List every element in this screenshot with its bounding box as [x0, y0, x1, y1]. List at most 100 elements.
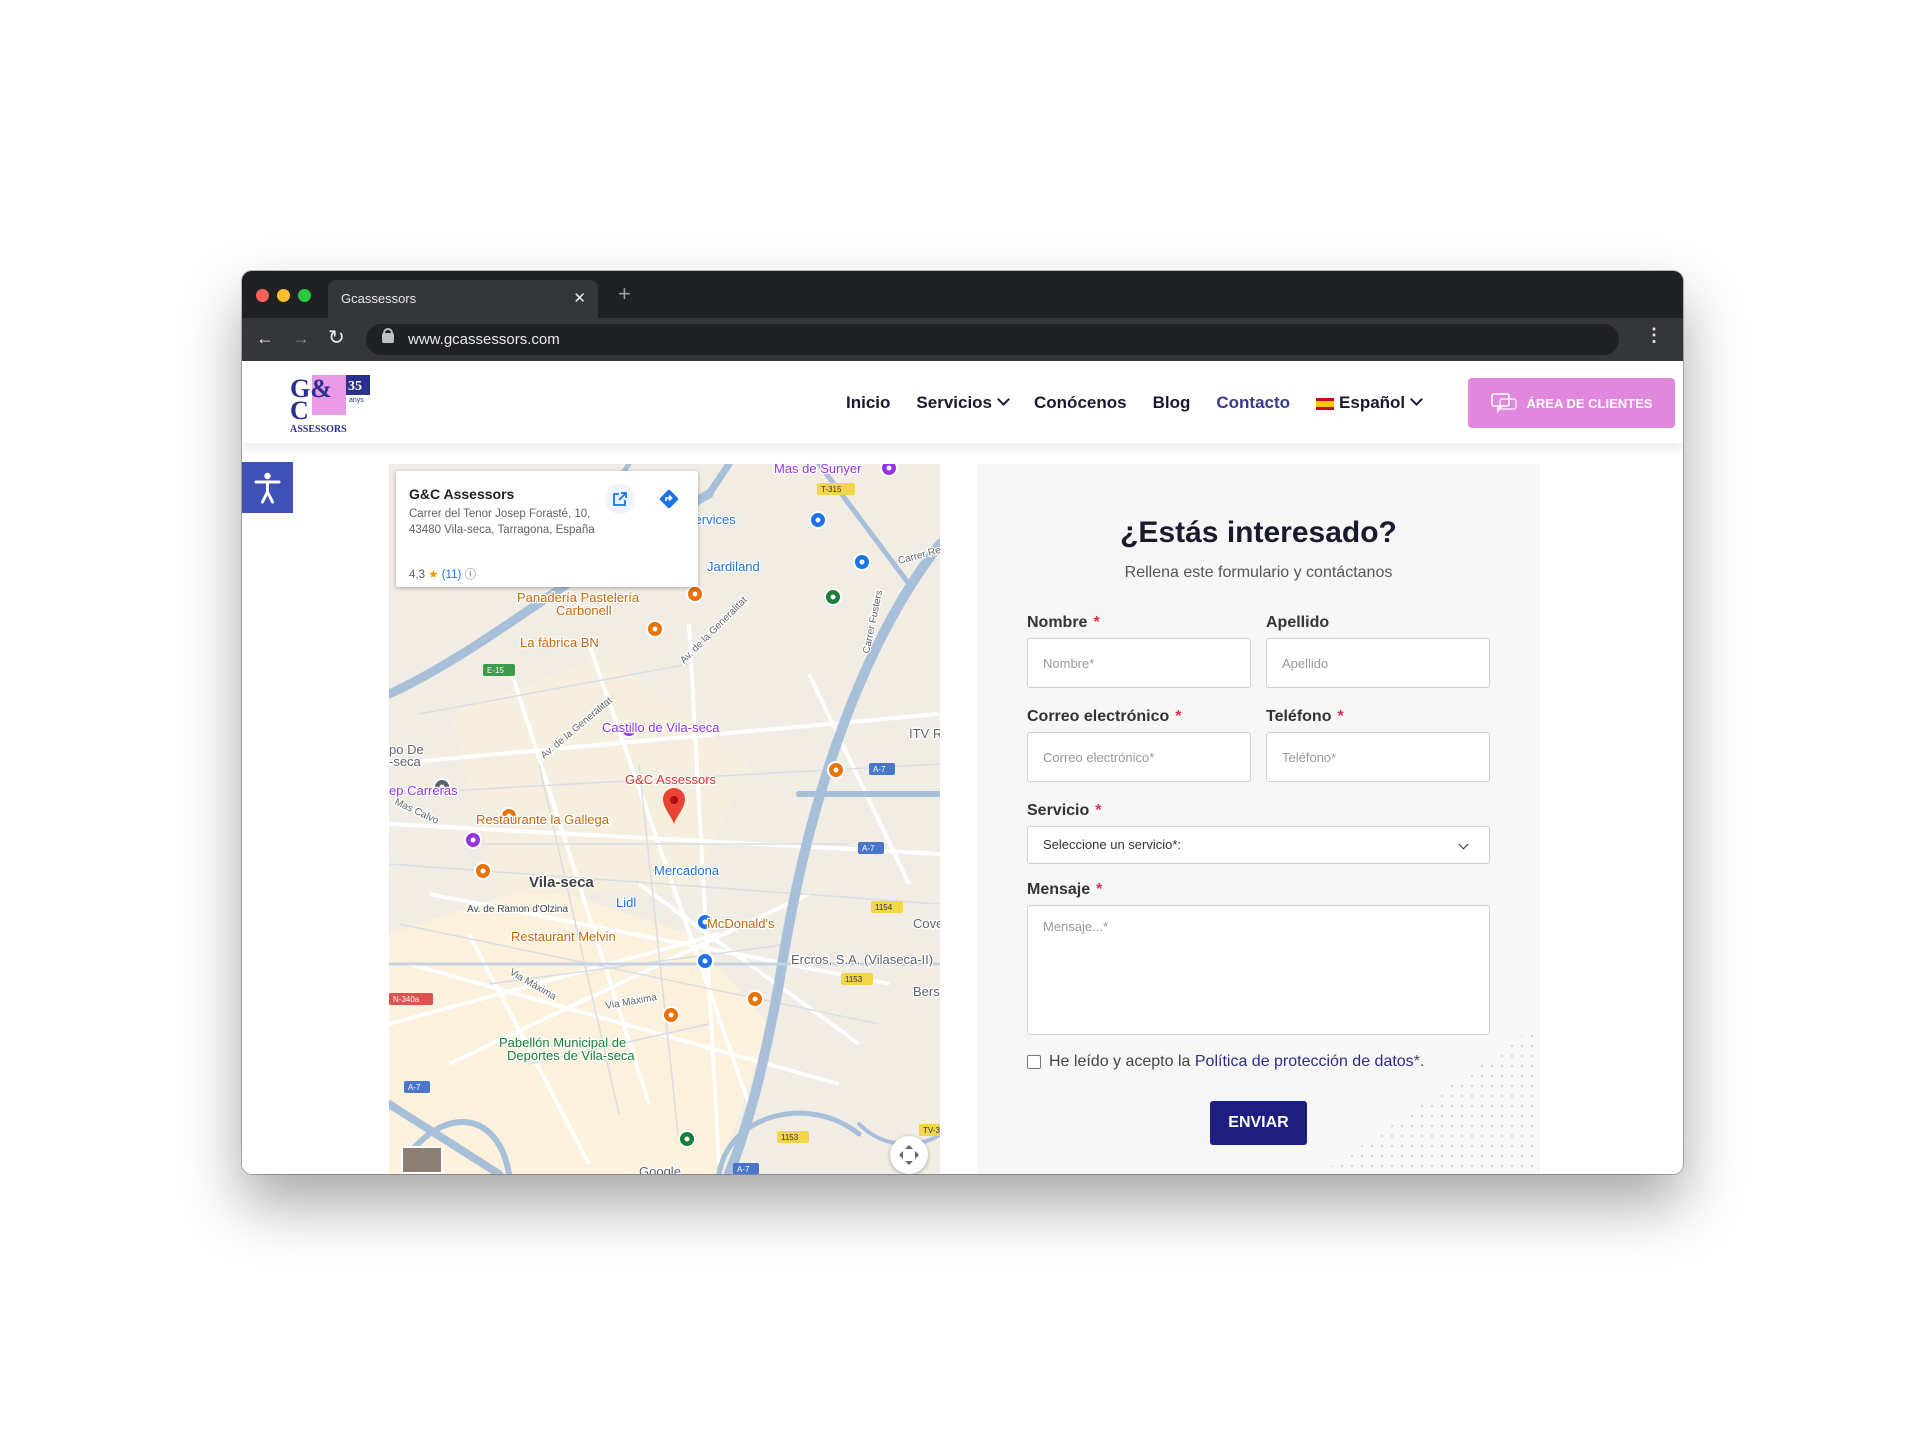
telefono-input[interactable]: Teléfono* [1266, 732, 1490, 782]
nav-servicios-label: Servicios [916, 393, 993, 412]
map-label: Carbonell [556, 603, 612, 618]
nombre-input[interactable]: Nombre* [1027, 638, 1251, 688]
map-label: Av. de Ramon d'Olzina [467, 904, 568, 915]
window-controls [256, 289, 311, 302]
map-label: Bers [913, 984, 940, 999]
directions-icon [659, 489, 679, 509]
browser-menu-icon[interactable]: ⋮ [1645, 326, 1663, 344]
lock-icon [382, 328, 394, 343]
mensaje-label: Mensaje * [1027, 881, 1102, 899]
map-poi-pin-dot [702, 958, 708, 964]
map-label: McDonald's [707, 916, 775, 931]
site-header: G& C 35 anys ASSESSORS Inicio Servicios … [242, 361, 1683, 443]
map-label: ITV R [909, 726, 940, 741]
privacy-policy-link[interactable]: Política de protección de datos [1195, 1053, 1414, 1070]
map-label: Cove [913, 916, 940, 931]
map-label: Mercadona [654, 863, 720, 878]
required-mark: * [1175, 708, 1182, 725]
privacy-checkbox[interactable] [1027, 1055, 1041, 1069]
logo-text: ASSESSORS [290, 424, 347, 435]
chat-icon [1490, 393, 1517, 413]
tab-close-icon[interactable]: ✕ [573, 289, 586, 307]
back-button[interactable]: ← [256, 328, 274, 348]
reviews-link[interactable]: (11) [442, 569, 462, 581]
nombre-label-text: Nombre [1027, 614, 1088, 631]
nav-item-conocenos[interactable]: Conócenos [1034, 393, 1127, 413]
logo-c: C [290, 396, 309, 425]
client-area-label: ÁREA DE CLIENTES [1526, 395, 1653, 411]
mensaje-textarea[interactable]: Mensaje...* [1027, 905, 1490, 1035]
satellite-toggle[interactable] [401, 1146, 443, 1174]
map-label: La fàbrica BN [520, 635, 599, 650]
info-icon[interactable]: ⓘ [465, 569, 477, 581]
spain-flag-icon [1316, 397, 1335, 410]
form-title: ¿Estás interesado? [1120, 516, 1397, 549]
logo-badge: 35 [348, 379, 362, 394]
url-text: www.gcassessors.com [408, 331, 560, 348]
minimize-window-button[interactable] [277, 289, 290, 302]
nav-item-contacto[interactable]: Contacto [1216, 393, 1290, 413]
servicio-label-text: Servicio [1027, 802, 1090, 819]
map-label: Lidl [616, 895, 636, 910]
road-shield-label: 1153 [845, 975, 863, 984]
tab-title: Gcassessors [341, 291, 417, 306]
accessibility-button[interactable] [242, 462, 293, 513]
map-poi-pin-dot [830, 594, 836, 600]
servicio-select[interactable]: Seleccione un servicio*: [1027, 826, 1490, 864]
open-in-maps-button[interactable] [605, 484, 635, 514]
forward-button[interactable]: → [292, 328, 310, 348]
nav-item-blog[interactable]: Blog [1153, 393, 1191, 413]
nombre-label: Nombre * [1027, 614, 1100, 632]
place-name: G&C Assessors [409, 486, 515, 502]
map-poi-pin-dot [833, 767, 839, 773]
apellido-input[interactable]: Apellido [1266, 638, 1490, 688]
servicio-select-value: Seleccione un servicio*: [1043, 837, 1182, 852]
road-shield-label: N-340a [393, 995, 420, 1004]
page-viewport: G& C 35 anys ASSESSORS Inicio Servicios … [242, 361, 1683, 1174]
road-shield-label: A-7 [862, 844, 875, 853]
language-selector[interactable]: Español [1316, 393, 1424, 413]
road-shield-label: A-7 [737, 1165, 750, 1174]
email-input[interactable]: Correo electrónico* [1027, 732, 1251, 782]
road-shield-label: T-315 [821, 485, 842, 494]
road-shield-label: 1153 [781, 1133, 799, 1142]
map-label: Jardiland [707, 559, 760, 574]
required-mark: * [1095, 802, 1102, 819]
nav-item-servicios[interactable]: Servicios [916, 393, 1010, 413]
address-bar[interactable]: www.gcassessors.com [366, 324, 1619, 355]
browser-toolbar: ← → ↻ www.gcassessors.com ⋮ [242, 318, 1683, 361]
external-link-icon [613, 492, 627, 506]
road-shield-label: TV-3148 [923, 1126, 940, 1135]
star-icon: ★ [428, 569, 439, 581]
maximize-window-button[interactable] [298, 289, 311, 302]
accessibility-icon [254, 472, 281, 504]
directions-button[interactable] [654, 484, 684, 514]
privacy-suffix: *. [1413, 1053, 1425, 1070]
map-label: Google [639, 1164, 681, 1174]
new-tab-button[interactable]: + [618, 283, 631, 305]
required-mark: * [1093, 614, 1100, 631]
client-area-button[interactable]: ÁREA DE CLIENTES [1468, 378, 1675, 428]
close-window-button[interactable] [256, 289, 269, 302]
browser-tab[interactable]: Gcassessors ✕ [328, 280, 598, 318]
mensaje-label-text: Mensaje [1027, 881, 1091, 898]
google-map[interactable]: T-315 E-15 A-7 A-7 1154 1153 N-340a A-7 1153 TV-3… [389, 464, 940, 1174]
logo-badge-sub: anys [349, 397, 364, 404]
chevron-down-icon [1458, 839, 1469, 850]
correo-label-text: Correo electrónico [1027, 708, 1170, 725]
map-poi-pin-dot [859, 559, 865, 565]
nav-item-inicio[interactable]: Inicio [846, 393, 890, 413]
map-label: Restaurante la Gallega [476, 812, 610, 827]
road-shield-label: A-7 [408, 1083, 421, 1092]
tab-strip: Gcassessors ✕ + [242, 271, 1683, 318]
road-shield-label: E-15 [487, 666, 504, 675]
map-label: Ercros, S.A. (Vilaseca-II) [791, 952, 933, 967]
gc-assessors-logo[interactable]: G& C 35 anys ASSESSORS [290, 371, 380, 435]
map-poi-pin-dot [752, 996, 758, 1002]
map-poi-pin-dot [668, 1012, 674, 1018]
map-poi-pin-dot [684, 1136, 690, 1142]
fullscreen-button[interactable] [890, 1136, 928, 1174]
submit-button[interactable]: ENVIAR [1210, 1101, 1307, 1145]
reload-button[interactable]: ↻ [328, 328, 345, 348]
map-label: G&C Assessors [625, 772, 717, 787]
